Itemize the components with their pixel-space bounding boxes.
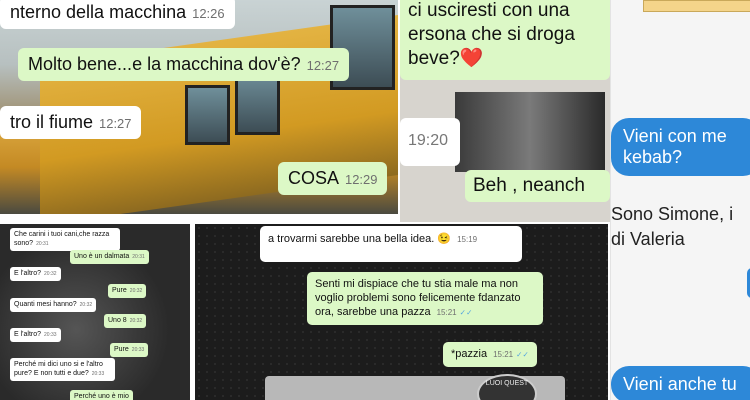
message-time: 19:20: [408, 132, 449, 149]
message-time: 20:32: [79, 302, 93, 308]
message-time: 15:21: [436, 308, 457, 317]
dark-whatsapp-screenshot: a trovarmi sarebbe una bella idea. 😉 15:1…: [195, 224, 608, 400]
message-text: Vieni anche tu: [623, 374, 737, 394]
message-sent: Uno 8 20:32: [104, 314, 147, 328]
watermark-text: LUOI QUEST: [485, 380, 529, 387]
message-time: 20:32: [44, 271, 57, 277]
message-received: a trovarmi sarebbe una bella idea. 😉 15:1…: [260, 226, 522, 262]
message-text: ersona che si droga: [408, 24, 575, 45]
message-text: Quanti mesi hanno?: [14, 301, 77, 308]
bus-chat-screenshot: nterno della macchina 12:26 Molto bene...…: [0, 0, 398, 214]
message-received: Perché mi dici uno si e l'altro pure? E …: [10, 358, 115, 381]
message-time: 20:31: [132, 254, 145, 260]
message-time: 20:33: [44, 332, 57, 338]
message-text: tro il fiume: [10, 112, 94, 132]
message-text: E l'altro?: [14, 270, 42, 277]
message-text: nterno della macchina: [10, 2, 187, 22]
message-sent: *pazzia 15:21 ✓✓: [443, 342, 537, 367]
photo-thumbnail: [455, 92, 605, 172]
message-sent: Perché uno è mio: [70, 390, 133, 400]
message-time: 20:32: [129, 288, 143, 294]
message-time: 20:32: [129, 318, 143, 324]
message-text: COSA: [288, 168, 340, 188]
message-text: Pure: [112, 287, 127, 294]
message-time: 15:19: [457, 235, 478, 244]
message-text: Uno è un dalmata: [74, 253, 130, 260]
message-time: 12:29: [345, 172, 378, 187]
message-text: Beh , neanch: [473, 175, 585, 196]
message-text: beve?❤️: [408, 48, 484, 69]
message-text: Sono Simone, i: [611, 204, 734, 224]
message-received: 19:20: [400, 118, 460, 166]
message-sent: Vieni anche tu: [611, 366, 750, 400]
message-sent: Pure 20:33: [110, 343, 149, 357]
message-sent: Molto bene...e la macchina dov'è? 12:27: [18, 48, 350, 81]
message-text: Che carini i tuoi cani,che razza sono?: [14, 231, 110, 247]
message-text: ci usciresti con una: [408, 0, 570, 21]
message-sent: ci usciresti con una ersona che si droga…: [400, 0, 610, 80]
message-received: Che carini i tuoi cani,che razza sono? 20…: [10, 228, 120, 251]
message-text: E l'altro?: [14, 331, 42, 338]
message-text: Molto bene...e la macchina dov'è?: [28, 54, 301, 74]
message-text: Pure: [114, 346, 129, 353]
message-received: nterno della macchina 12:26: [0, 0, 235, 29]
message-sent: COSA 12:29: [278, 162, 388, 195]
bus-window: [185, 85, 230, 145]
message-time: 12:27: [99, 116, 132, 131]
message-text: Senti mi dispiace che tu stia male ma no…: [315, 278, 521, 318]
message-text: Vieni con me kebab?: [623, 126, 727, 167]
message-sent: Vieni con me kebab?: [611, 118, 750, 176]
highlight-bar: [643, 0, 750, 12]
message-time: 20:33: [131, 347, 145, 353]
message-text: di Valeria: [611, 229, 685, 249]
message-time: 20:33: [91, 371, 105, 377]
message-text: *pazzia: [451, 348, 488, 360]
read-ticks-icon: ✓✓: [459, 308, 473, 317]
message-sent: Pure 20:32: [108, 284, 147, 298]
message-sent: Senti mi dispiace che tu stia male ma no…: [307, 272, 543, 325]
message-time: 20:31: [36, 241, 49, 247]
message-text: Uno 8: [108, 317, 127, 324]
message-received: tro il fiume 12:27: [0, 106, 142, 139]
message-received: E l'altro? 20:32: [10, 267, 61, 281]
message-text: Perché uno è mio: [74, 393, 129, 400]
message-time: 12:26: [192, 6, 225, 21]
messenger-chat-screenshot: Vieni con me kebab? Sono Simone, i di Va…: [610, 0, 750, 400]
message-time: 15:21: [493, 350, 514, 359]
message-sent: Beh , neanch: [465, 170, 610, 202]
message-time: 12:27: [306, 58, 340, 73]
dog-chat-screenshot: Che carini i tuoi cani,che razza sono? 20…: [0, 224, 190, 400]
message-received: Quanti mesi hanno? 20:32: [10, 298, 97, 312]
message-received: E l'altro? 20:33: [10, 328, 61, 342]
message-text: Perché mi dici uno si e l'altro pure? E …: [14, 361, 103, 377]
drug-chat-screenshot: ci usciresti con una ersona che si droga…: [400, 0, 610, 222]
message-sent: Uno è un dalmata 20:31: [70, 250, 149, 264]
message-text: a trovarmi sarebbe una bella idea. 😉: [268, 233, 452, 245]
read-ticks-icon: ✓✓: [516, 350, 529, 359]
